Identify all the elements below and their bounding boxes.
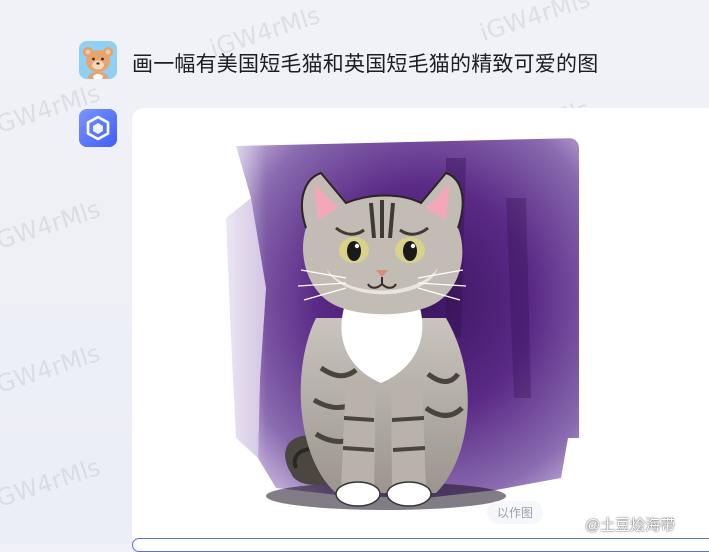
assistant-avatar[interactable]	[79, 109, 117, 147]
image-action-button[interactable]: 以作图	[487, 501, 544, 524]
user-message-text: 画一幅有美国短毛猫和英国短毛猫的精致可爱的图	[132, 53, 599, 76]
weibo-logo-icon	[560, 517, 581, 533]
bear-avatar-icon	[79, 41, 117, 79]
watermark-credit: @土豆烩海带	[560, 514, 675, 535]
assistant-cube-icon	[79, 109, 117, 147]
user-avatar[interactable]	[79, 41, 117, 79]
generated-cat-image[interactable]	[196, 138, 579, 521]
assistant-response-card	[132, 108, 709, 548]
watermark-text: iGW4rMls	[0, 453, 104, 515]
watermark-text: iGW4rMls	[0, 195, 104, 257]
chat-area: iGW4rMls iGW4rMls iGW4rMls iGW4rMls iGW4…	[0, 0, 709, 552]
watermark-text: iGW4rMls	[476, 0, 594, 47]
watermark-text: iGW4rMls	[0, 339, 104, 401]
cat-illustration	[196, 138, 579, 521]
credit-text: @土豆烩海带	[585, 517, 676, 534]
chat-input-box[interactable]	[132, 538, 709, 552]
